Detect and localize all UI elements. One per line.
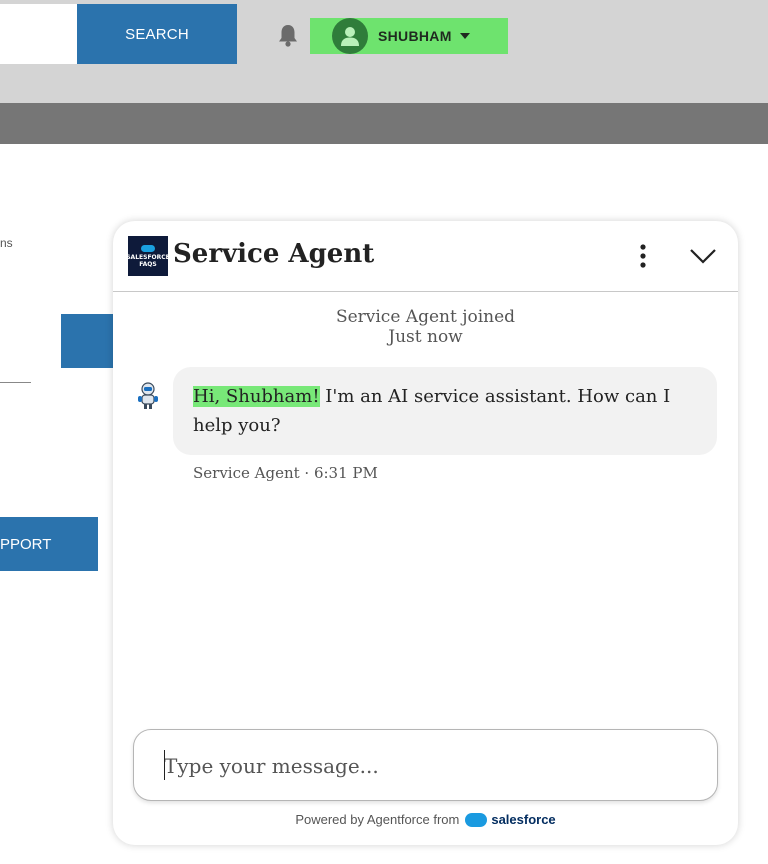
nav-band xyxy=(0,103,768,144)
kebab-menu-icon[interactable] xyxy=(633,243,653,269)
top-header: SEARCH SHUBHAM xyxy=(0,0,768,103)
logo-line-1: SALESFORCE xyxy=(126,253,170,261)
caret-down-icon xyxy=(459,33,470,39)
chat-window: SALESFORCE FAQS Service Agent Service Ag… xyxy=(113,221,738,845)
user-icon xyxy=(332,18,368,54)
message-composer xyxy=(133,729,718,801)
bell-icon[interactable] xyxy=(275,22,301,48)
powered-by: Powered by Agentforce from salesforce xyxy=(113,812,738,827)
logo-line-2: FAQS xyxy=(139,260,157,268)
highlighted-text: Hi, Shubham! xyxy=(193,386,320,407)
text-cursor xyxy=(164,750,165,780)
salesforce-faqs-logo: SALESFORCE FAQS xyxy=(126,236,170,276)
user-name: SHUBHAM xyxy=(378,28,452,44)
powered-prefix: Powered by Agentforce from xyxy=(295,812,460,827)
search-input[interactable] xyxy=(0,4,77,64)
message-bubble: Hi, Shubham! I'm an AI service assistant… xyxy=(173,367,717,455)
message-meta: Service Agent · 6:31 PM xyxy=(193,464,378,482)
chat-title: Service Agent xyxy=(173,239,375,269)
page-blue-button[interactable] xyxy=(61,314,121,368)
support-button-label: PPORT xyxy=(0,535,52,553)
search-button[interactable]: SEARCH xyxy=(77,4,237,64)
chevron-down-icon[interactable] xyxy=(688,243,718,269)
message-input[interactable] xyxy=(164,748,694,784)
join-text: Service Agent joined xyxy=(335,307,516,327)
join-time: Just now xyxy=(388,327,463,347)
page-divider xyxy=(0,382,31,383)
chat-header: SALESFORCE FAQS Service Agent xyxy=(113,221,738,292)
user-menu[interactable]: SHUBHAM xyxy=(310,18,508,54)
powered-brand: salesforce xyxy=(491,812,556,827)
page-fragment-text: ns xyxy=(0,236,13,250)
message-text: Hi, Shubham! I'm an AI service assistant… xyxy=(193,382,703,440)
support-button[interactable]: PPORT xyxy=(0,517,98,571)
salesforce-cloud-icon xyxy=(465,812,488,827)
robot-icon xyxy=(133,381,163,411)
join-notice: Service Agent joined Just now xyxy=(113,307,738,347)
